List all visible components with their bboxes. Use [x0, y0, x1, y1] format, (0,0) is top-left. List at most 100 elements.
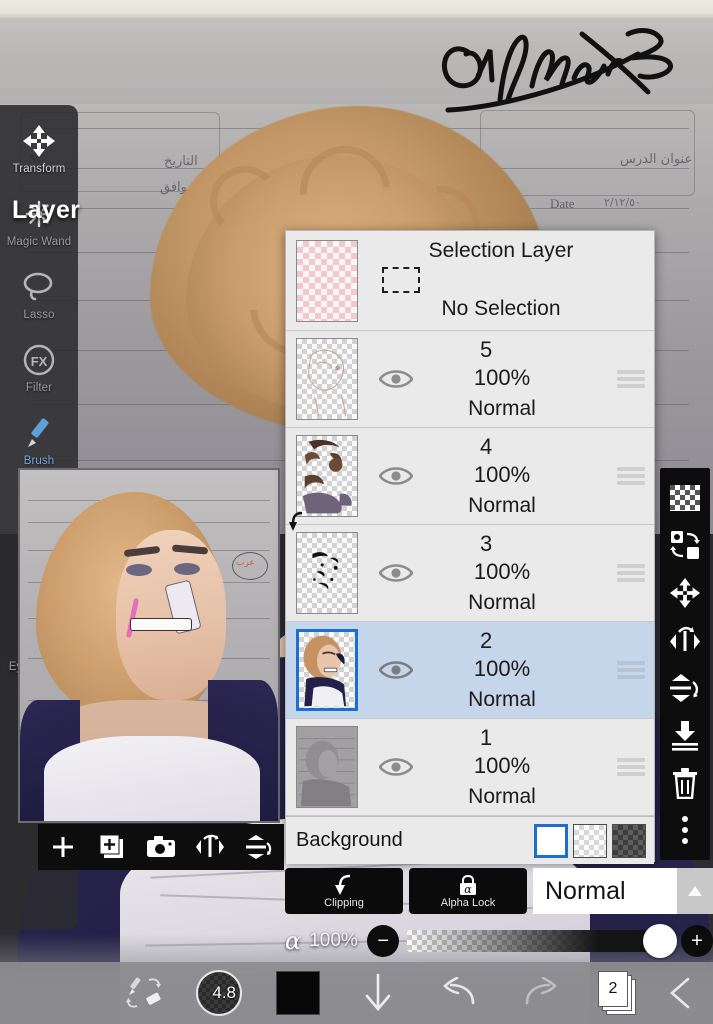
layer-opacity: 100%	[473, 559, 531, 584]
layer-number: 1	[480, 725, 493, 750]
speech-bubble-text: عرب	[236, 558, 255, 568]
layer-drag-handle[interactable]	[608, 525, 654, 621]
layer-row[interactable]: 2 100% Normal	[286, 622, 654, 719]
svg-text:α: α	[464, 883, 472, 896]
layer-visibility-toggle[interactable]	[368, 622, 424, 718]
brush-size-indicator[interactable]: 4.8	[180, 970, 258, 1016]
layer-mode-overlay-label: Layer	[12, 196, 81, 224]
download-arrow-icon[interactable]	[338, 971, 418, 1015]
flip-vertical-icon[interactable]	[239, 827, 279, 867]
more-options-icon[interactable]	[665, 810, 705, 850]
tool-transform[interactable]: Transform	[0, 115, 78, 188]
layer-drag-handle[interactable]	[608, 331, 654, 427]
flip-horizontal-icon[interactable]	[665, 620, 705, 660]
background-row: Background	[286, 816, 654, 864]
selection-marquee-icon	[382, 267, 420, 293]
layer-visibility-toggle[interactable]	[368, 331, 424, 427]
blend-mode-select[interactable]: Normal	[533, 868, 713, 914]
tool-filter[interactable]: FX Filter	[0, 334, 78, 407]
selection-layer-row[interactable]: Selection Layer No Selection	[286, 231, 654, 331]
layer-opacity: 100%	[473, 462, 531, 487]
layer-thumbnail-cell	[286, 622, 368, 718]
layer-thumbnail-cell	[286, 719, 368, 815]
tool-lasso[interactable]: Lasso	[0, 261, 78, 334]
tool-label: Magic Wand	[6, 236, 72, 248]
opacity-increase-button[interactable]: +	[681, 925, 713, 957]
bottom-app-bar: 4.8 2	[0, 962, 713, 1024]
merge-down-icon[interactable]	[665, 715, 705, 755]
selection-layer-thumbnail[interactable]	[296, 239, 358, 322]
selection-layer-info: Selection Layer No Selection	[368, 231, 654, 330]
layer-row[interactable]: 5 100% Normal	[286, 331, 654, 428]
layer-blend-mode: Normal	[468, 494, 536, 517]
move-arrows-icon	[19, 121, 59, 161]
layer-visibility-toggle[interactable]	[368, 719, 424, 815]
color-swatch[interactable]	[258, 971, 338, 1015]
background-dark-swatch[interactable]	[612, 823, 646, 858]
selection-layer-thumbnail-cell	[286, 231, 368, 330]
layer-row[interactable]: 1 100% Normal	[286, 719, 654, 816]
layer-thumbnail[interactable]	[296, 726, 358, 808]
layer-thumbnail[interactable]	[296, 532, 358, 614]
layer-drag-handle[interactable]	[608, 622, 654, 718]
opacity-slider-bar: α 100% − +	[285, 918, 713, 964]
layer-opacity: 100%	[473, 365, 531, 390]
layer-visibility-toggle[interactable]	[368, 428, 424, 524]
alpha-symbol: α	[285, 927, 302, 955]
add-icon[interactable]	[43, 827, 83, 867]
layer-thumbnail[interactable]	[296, 338, 358, 420]
layer-opacity: 100%	[473, 753, 531, 778]
layer-blend-mode: Normal	[468, 688, 536, 711]
layer-visibility-toggle[interactable]	[368, 525, 424, 621]
layer-thumbnail[interactable]	[296, 435, 358, 517]
redo-icon[interactable]	[500, 977, 582, 1009]
layer-thumbnail-cell	[286, 525, 368, 621]
right-action-rail	[660, 468, 710, 860]
undo-icon[interactable]	[418, 977, 500, 1009]
opacity-slider-track[interactable]	[407, 924, 677, 958]
background-transparent-swatch[interactable]	[573, 823, 607, 858]
background-white-swatch[interactable]	[534, 823, 568, 858]
layer-info: 4 100% Normal	[424, 428, 608, 524]
clipping-indicator-icon	[289, 512, 303, 531]
blend-mode-value: Normal	[545, 876, 626, 905]
flip-horizontal-icon[interactable]	[190, 827, 230, 867]
layer-opacity: 100%	[473, 656, 531, 681]
ibispaint-app-window: التاريخ الموافق اليوم ٩٤ Subject Day Dat…	[0, 0, 713, 1024]
layer-thumbnail[interactable]	[296, 629, 358, 711]
opacity-decrease-button[interactable]: −	[367, 925, 400, 957]
flip-vertical-icon[interactable]	[665, 668, 705, 708]
swap-layers-icon[interactable]	[665, 525, 705, 565]
layer-number: 5	[480, 337, 493, 362]
layer-blend-mode: Normal	[468, 591, 536, 614]
opacity-slider-knob[interactable]	[643, 924, 677, 958]
lasso-icon	[19, 267, 59, 307]
brush-size-value: 4.8	[212, 983, 236, 1002]
brush-icon	[19, 413, 59, 453]
layer-drag-handle[interactable]	[608, 719, 654, 815]
layer-blend-mode: Normal	[468, 397, 536, 420]
layer-number: 2	[480, 628, 493, 653]
add-layer-icon[interactable]	[92, 827, 132, 867]
delete-layer-icon[interactable]	[665, 763, 705, 803]
layer-drag-handle[interactable]	[608, 428, 654, 524]
alpha-lock-label: Alpha Lock	[440, 896, 496, 909]
transparency-checker-icon[interactable]	[665, 478, 705, 518]
fx-filter-icon: FX	[19, 340, 59, 380]
layer-thumbnail-cell	[286, 428, 368, 531]
tool-label: Transform	[12, 163, 66, 175]
layer-blend-mode: Normal	[468, 785, 536, 808]
layer-row[interactable]: 3 100% Normal	[286, 525, 654, 622]
layer-count-badge: 2	[598, 971, 628, 1007]
layers-button[interactable]: 2	[582, 971, 654, 1015]
alpha-lock-button[interactable]: α Alpha Lock	[409, 868, 527, 914]
clipping-button[interactable]: Clipping	[285, 868, 403, 914]
move-layer-icon[interactable]	[665, 573, 705, 613]
chevron-up-icon[interactable]	[677, 868, 713, 914]
back-arrow-icon[interactable]	[654, 976, 713, 1010]
layer-row[interactable]: 4 100% Normal	[286, 428, 654, 531]
brush-eraser-toggle-icon[interactable]	[110, 975, 180, 1011]
camera-icon[interactable]	[141, 827, 181, 867]
canvas-preview-window[interactable]: عرب	[18, 468, 280, 823]
layer-info: 3 100% Normal	[424, 525, 608, 621]
